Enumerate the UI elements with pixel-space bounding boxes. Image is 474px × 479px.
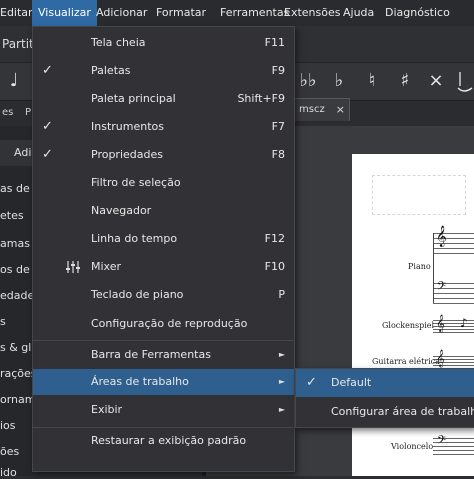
menu-item-barra-ferramentas[interactable]: Barra de Ferramentas ► <box>33 342 294 368</box>
flat-button[interactable]: ♭ <box>327 62 351 100</box>
shortcut-label: F12 <box>264 232 285 245</box>
menu-item-label: Exibir <box>91 403 123 416</box>
submenu-arrow-icon: ► <box>278 405 285 414</box>
menu-item-label: Configuração de reprodução <box>91 317 248 330</box>
tab-palettes[interactable]: es <box>2 100 13 126</box>
sharp-button[interactable]: ♯ <box>393 62 417 100</box>
shortcut-label: F11 <box>264 36 285 49</box>
workspaces-submenu: ✓ Default Configurar área de trabalho <box>295 368 474 428</box>
menu-item-label: Paleta principal <box>91 92 176 105</box>
palette-item[interactable]: etes <box>0 209 24 222</box>
submenu-item-label: Default <box>331 376 372 389</box>
palette-item[interactable]: s <box>0 315 6 328</box>
workspace-configure[interactable]: Configurar área de trabalho <box>296 398 474 426</box>
menu-item-label: Teclado de piano <box>91 288 184 301</box>
menu-item-propriedades[interactable]: ✓ Propriedades F8 <box>33 142 294 168</box>
workspace-default[interactable]: ✓ Default <box>296 369 474 397</box>
submenu-arrow-icon: ► <box>278 377 285 386</box>
menu-item-paletas[interactable]: ✓ Paletas F9 <box>33 58 294 84</box>
doc-tab-label: mscz <box>299 104 325 115</box>
menu-item-label: Paletas <box>91 64 131 77</box>
menu-item-restaurar[interactable]: Restaurar a exibição padrão <box>33 428 294 454</box>
tie-icon <box>457 72 473 92</box>
tab-properties[interactable]: P <box>25 100 31 126</box>
menu-item-label: Instrumentos <box>91 120 164 133</box>
shortcut-label: Shift+F9 <box>237 92 285 105</box>
menu-item-label: Mixer <box>91 260 122 273</box>
shortcut-label: F10 <box>264 260 285 273</box>
instrument-name-piano: Piano <box>408 262 431 271</box>
palette-item[interactable]: ios <box>0 419 16 432</box>
menu-item-mixer[interactable]: Mixer F10 <box>33 254 294 280</box>
quarter-note-button[interactable]: ♩ <box>2 62 26 100</box>
menu-item-label: Áreas de trabalho <box>91 375 189 388</box>
view-menu-dropdown: Tela cheia F11 ✓ Paletas F9 Paleta princ… <box>32 26 295 472</box>
menu-item-teclado-piano[interactable]: Teclado de piano P <box>33 282 294 308</box>
palette-item[interactable]: ido <box>0 466 17 479</box>
natural-button[interactable]: ♮ <box>360 62 384 100</box>
mixer-icon <box>66 261 80 273</box>
tie-button[interactable] <box>452 62 474 100</box>
check-icon: ✓ <box>42 119 53 134</box>
instrument-name-cello: Violoncelo <box>391 442 434 451</box>
menu-item-linha-do-tempo[interactable]: Linha do tempo F12 <box>33 226 294 252</box>
menu-item-instrumentos[interactable]: ✓ Instrumentos F7 <box>33 114 294 140</box>
menu-item-label: Tela cheia <box>91 36 146 49</box>
palette-item[interactable]: s & gl <box>0 341 31 354</box>
menu-item-label: Barra de Ferramentas <box>91 348 211 361</box>
menu-item-label: Navegador <box>91 204 152 217</box>
note-icon: ♪ <box>460 316 468 330</box>
menu-adicionar[interactable]: Adicionar <box>90 0 153 26</box>
shortcut-label: P <box>278 288 285 301</box>
menu-visualizar[interactable]: Visualizar <box>32 0 97 26</box>
shortcut-label: F7 <box>271 120 285 133</box>
menu-item-configuracao-reproducao[interactable]: Configuração de reprodução <box>33 311 294 337</box>
menu-item-tela-cheia[interactable]: Tela cheia F11 <box>33 30 294 56</box>
treble-clef-icon: 𝄞 <box>436 226 447 247</box>
tab-score-document[interactable]: mscz × <box>294 98 350 121</box>
menu-bar: Editar Visualizar Adicionar Formatar Fer… <box>0 0 474 26</box>
menu-diagnostico[interactable]: Diagnóstico <box>379 0 456 26</box>
menu-item-navegador[interactable]: Navegador <box>33 198 294 224</box>
instrument-name-glockenspiel: Glockenspiel <box>382 321 435 330</box>
palette-item[interactable]: ões <box>0 445 19 458</box>
menu-formatar[interactable]: Formatar <box>150 0 212 26</box>
check-icon: ✓ <box>42 63 53 78</box>
check-icon: ✓ <box>306 375 317 390</box>
shortcut-label: F9 <box>271 64 285 77</box>
submenu-item-label: Configurar área de trabalho <box>331 405 474 418</box>
bass-clef-icon: 𝄢 <box>437 434 447 450</box>
instrument-name-guitar: Guitarra elétrica <box>372 357 440 366</box>
palette-item[interactable]: ornam <box>0 393 36 406</box>
double-sharp-button[interactable]: × <box>424 62 448 100</box>
menu-item-filtro-selecao[interactable]: Filtro de seleção <box>33 170 294 196</box>
bass-clef-icon: 𝄢 <box>437 280 447 296</box>
shortcut-label: F8 <box>271 148 285 161</box>
piano-system-line <box>433 233 434 303</box>
menu-item-label: Linha do tempo <box>91 232 178 245</box>
palette-item[interactable]: edade <box>0 289 34 302</box>
treble-clef-icon: 𝄞 <box>436 314 445 332</box>
menu-separator <box>33 340 294 341</box>
menu-ajuda[interactable]: Ajuda <box>337 0 380 26</box>
submenu-arrow-icon: ► <box>278 350 285 359</box>
menu-item-label: Propriedades <box>91 148 163 161</box>
check-icon: ✓ <box>42 147 53 162</box>
menu-item-label: Restaurar a exibição padrão <box>91 434 247 447</box>
menu-item-paleta-principal[interactable]: Paleta principal Shift+F9 <box>33 86 294 112</box>
menu-item-areas-trabalho[interactable]: Áreas de trabalho ► <box>33 369 294 395</box>
menu-item-exibir[interactable]: Exibir ► <box>33 397 294 423</box>
add-palette-label: Adi <box>14 146 32 159</box>
title-frame[interactable] <box>372 175 466 215</box>
double-flat-button[interactable]: ♭♭ <box>296 62 320 100</box>
menu-item-label: Filtro de seleção <box>91 176 181 189</box>
close-icon[interactable]: × <box>336 99 345 121</box>
